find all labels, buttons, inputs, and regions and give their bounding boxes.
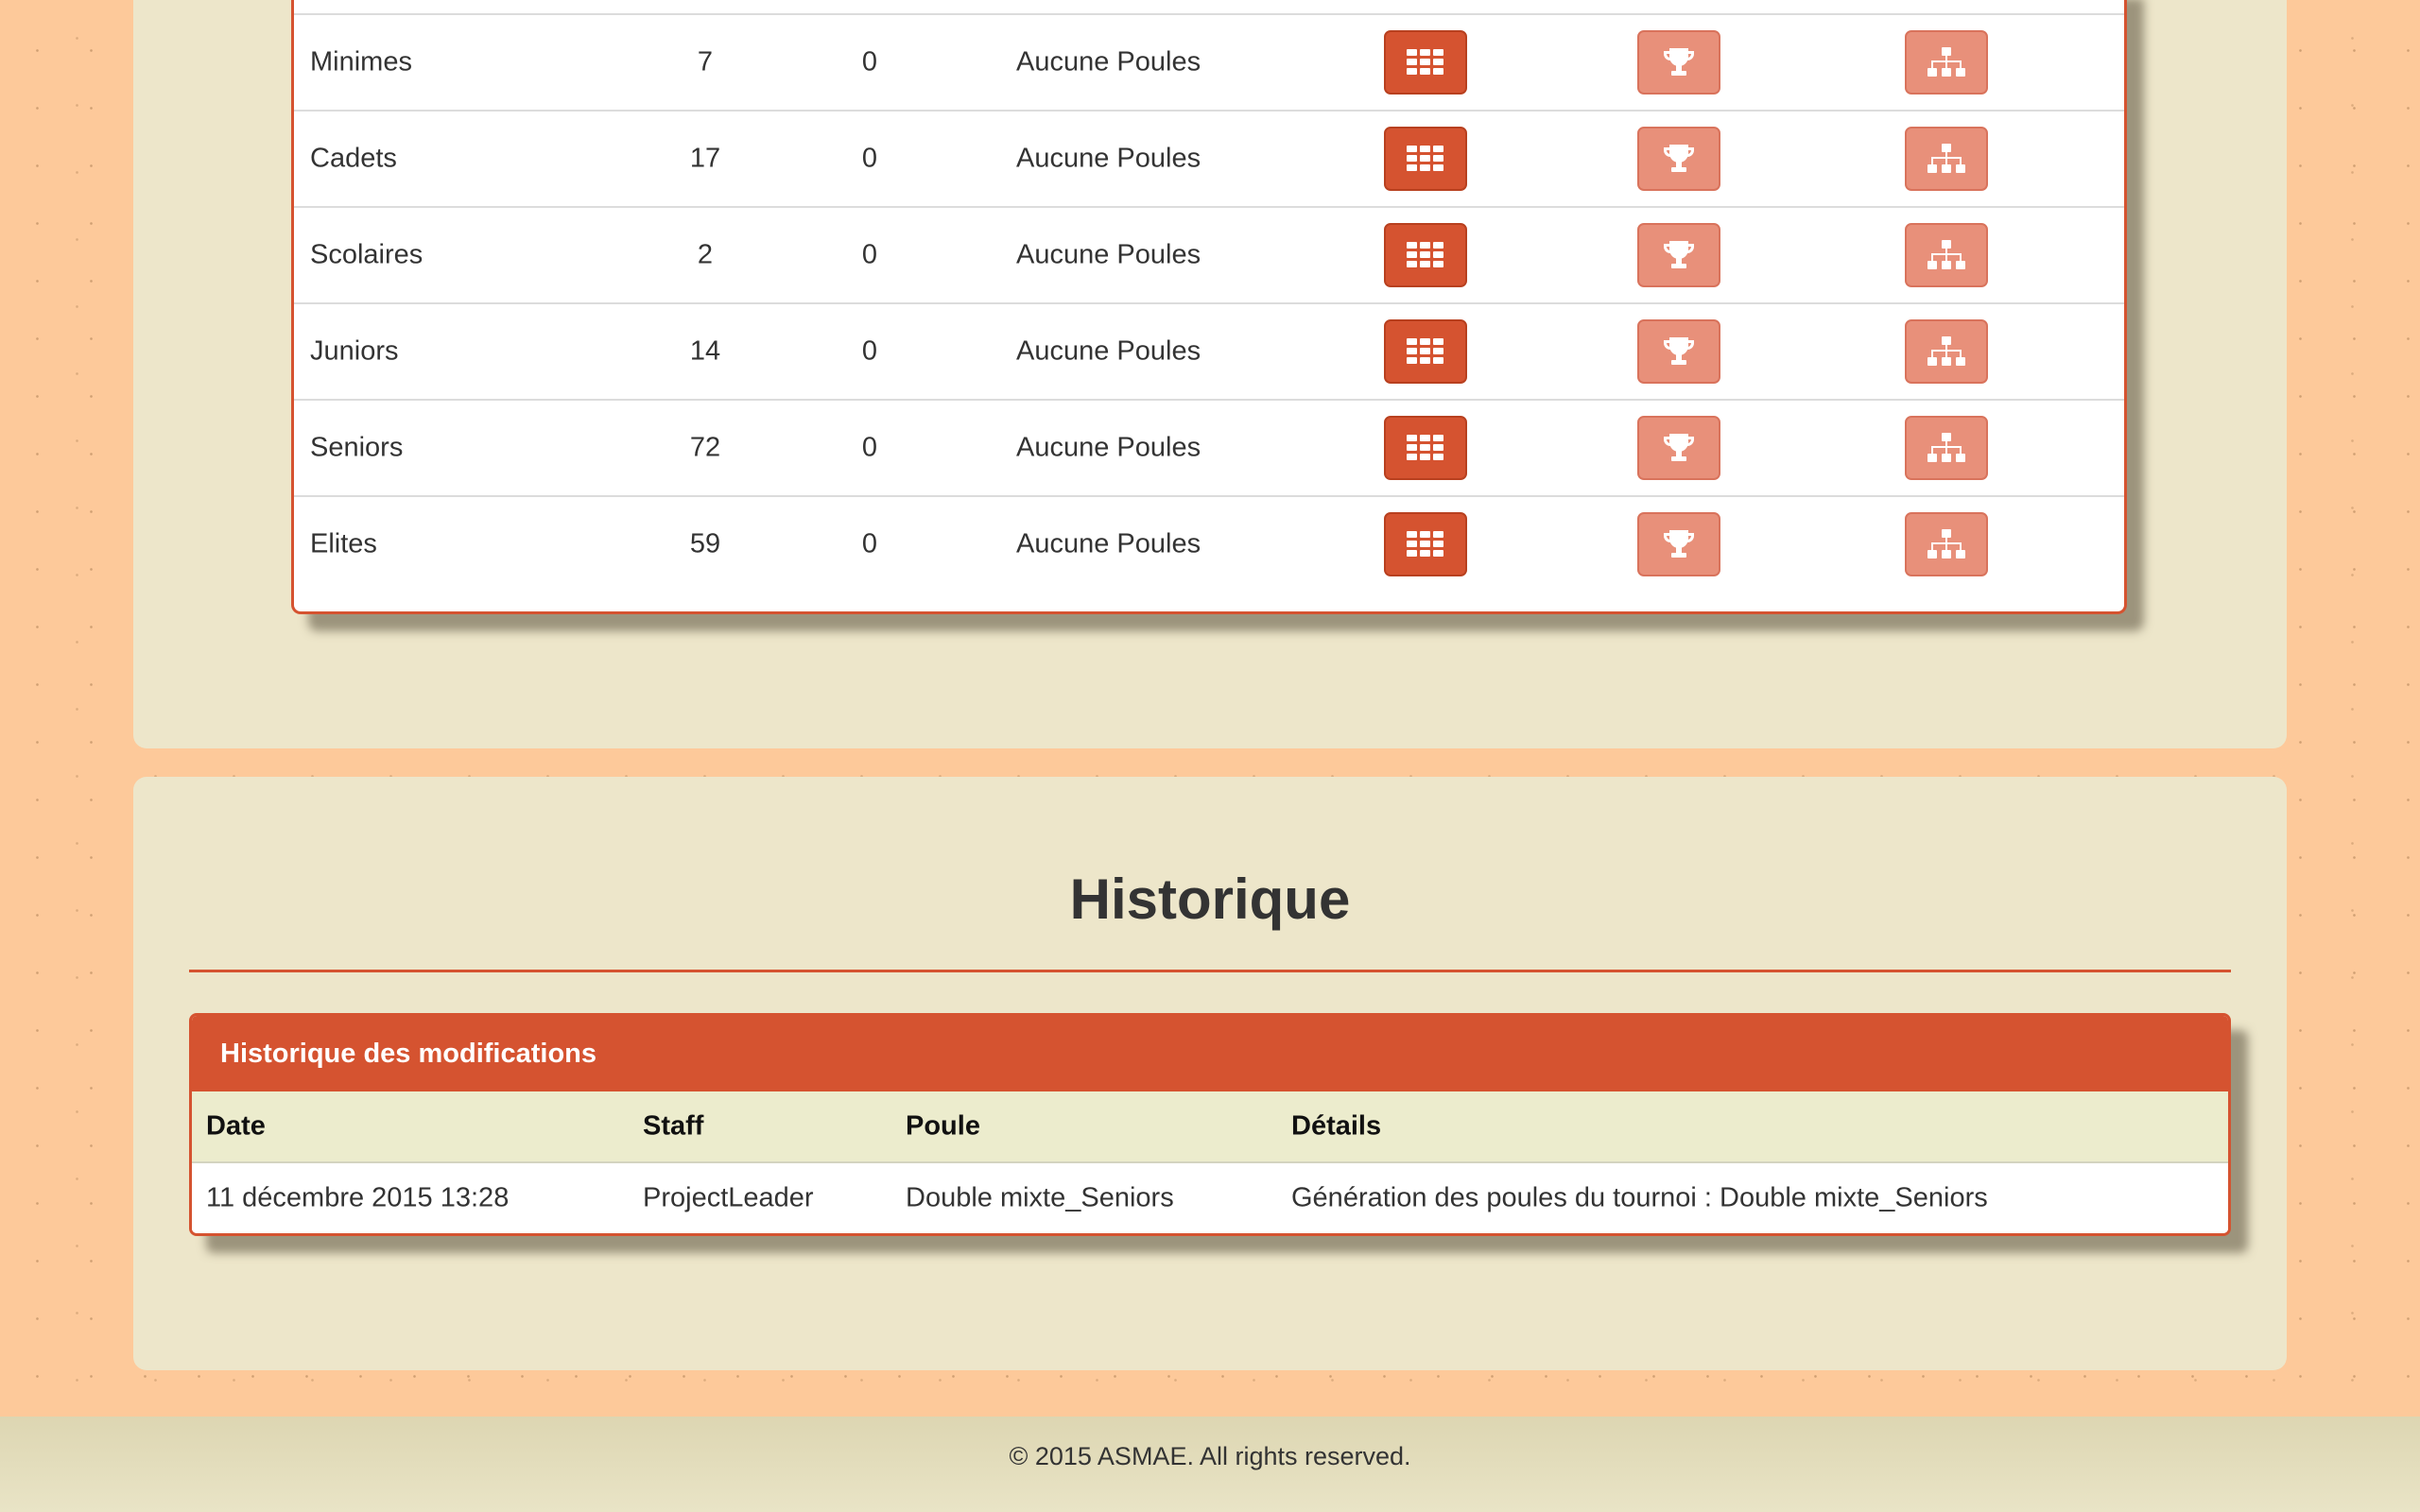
table-row: Minimes 7 0 Aucune Poules	[294, 13, 2124, 110]
bracket-button[interactable]	[1905, 30, 1988, 94]
trophy-icon	[1664, 434, 1694, 461]
trophy-icon	[1664, 48, 1694, 76]
poule-status: Aucune Poules	[1016, 432, 1201, 463]
poule-status: Aucune Poules	[1016, 335, 1201, 367]
poule-count: 0	[861, 528, 878, 559]
trophy-button[interactable]	[1637, 416, 1720, 480]
bracket-button[interactable]	[1905, 127, 1988, 191]
poule-count: 0	[861, 46, 878, 77]
column-header-details: Détails	[1291, 1110, 1382, 1142]
poule-status: Aucune Poules	[1016, 143, 1201, 174]
trophy-button[interactable]	[1637, 30, 1720, 94]
player-count: 2	[697, 239, 714, 270]
poule-count: 0	[861, 335, 878, 367]
column-header-staff: Staff	[643, 1110, 704, 1142]
grid-button[interactable]	[1384, 127, 1467, 191]
table-row: 11 décembre 2015 13:28 ProjectLeader Dou…	[192, 1163, 2228, 1233]
historique-section: Historique Historique des modifications …	[133, 777, 2287, 1370]
table-row: Cadets 17 0 Aucune Poules	[294, 110, 2124, 206]
trophy-button[interactable]	[1637, 512, 1720, 576]
grid-button[interactable]	[1384, 223, 1467, 287]
table-row: Juniors 14 0 Aucune Poules	[294, 302, 2124, 399]
player-count: 17	[689, 143, 721, 174]
poule-count: 0	[861, 432, 878, 463]
column-header-poule: Poule	[906, 1110, 980, 1142]
poule-count: 0	[861, 239, 878, 270]
category-name: Scolaires	[310, 239, 424, 270]
sitemap-icon	[1927, 433, 1965, 462]
trophy-button[interactable]	[1637, 127, 1720, 191]
category-name: Minimes	[310, 46, 412, 77]
history-panel: Historique des modifications Date Staff …	[189, 1013, 2231, 1236]
poule-count: 0	[861, 143, 878, 174]
bracket-button[interactable]	[1905, 512, 1988, 576]
category-name: Juniors	[310, 335, 399, 367]
grid-icon	[1407, 49, 1443, 75]
trophy-icon	[1664, 241, 1694, 268]
section-title: Historique	[1069, 868, 1351, 931]
player-count: 7	[697, 46, 714, 77]
panel-title: Historique des modifications	[192, 1016, 2228, 1091]
poule-status: Aucune Poules	[1016, 46, 1201, 77]
grid-button[interactable]	[1384, 30, 1467, 94]
table-row: Seniors 72 0 Aucune Poules	[294, 399, 2124, 495]
sitemap-icon	[1927, 47, 1965, 77]
history-poule: Double mixte_Seniors	[906, 1182, 1174, 1213]
trophy-icon	[1664, 145, 1694, 172]
bracket-button[interactable]	[1905, 223, 1988, 287]
categories-table: Minimes 7 0 Aucune Poules Cadets 17 0 Au…	[291, 0, 2127, 614]
poule-status: Aucune Poules	[1016, 239, 1201, 270]
column-header-date: Date	[206, 1110, 266, 1142]
sitemap-icon	[1927, 144, 1965, 173]
copyright-text: © 2015 ASMAE. All rights reserved.	[1009, 1442, 1411, 1470]
footer: © 2015 ASMAE. All rights reserved.	[0, 1417, 2420, 1512]
history-staff: ProjectLeader	[643, 1182, 814, 1213]
grid-icon	[1407, 146, 1443, 171]
category-name: Cadets	[310, 143, 397, 174]
title-divider	[189, 970, 2231, 972]
grid-button[interactable]	[1384, 512, 1467, 576]
grid-icon	[1407, 242, 1443, 267]
sitemap-icon	[1927, 336, 1965, 366]
history-date: 11 décembre 2015 13:28	[206, 1182, 510, 1213]
grid-icon	[1407, 338, 1443, 364]
trophy-icon	[1664, 530, 1694, 558]
grid-button[interactable]	[1384, 319, 1467, 384]
grid-icon	[1407, 531, 1443, 557]
table-row-partial	[294, 0, 2124, 13]
bracket-button[interactable]	[1905, 319, 1988, 384]
table-row: Elites 59 0 Aucune Poules	[294, 495, 2124, 592]
bracket-button[interactable]	[1905, 416, 1988, 480]
trophy-button[interactable]	[1637, 223, 1720, 287]
player-count: 59	[689, 528, 721, 559]
category-name: Seniors	[310, 432, 404, 463]
player-count: 72	[689, 432, 721, 463]
grid-button[interactable]	[1384, 416, 1467, 480]
trophy-button[interactable]	[1637, 319, 1720, 384]
category-name: Elites	[310, 528, 377, 559]
trophy-icon	[1664, 337, 1694, 365]
grid-icon	[1407, 435, 1443, 460]
player-count: 14	[689, 335, 721, 367]
sitemap-icon	[1927, 240, 1965, 269]
table-row: Scolaires 2 0 Aucune Poules	[294, 206, 2124, 302]
sitemap-icon	[1927, 529, 1965, 558]
history-details: Génération des poules du tournoi : Doubl…	[1291, 1182, 1988, 1213]
table-header: Date Staff Poule Détails	[192, 1091, 2228, 1163]
poule-status: Aucune Poules	[1016, 528, 1201, 559]
